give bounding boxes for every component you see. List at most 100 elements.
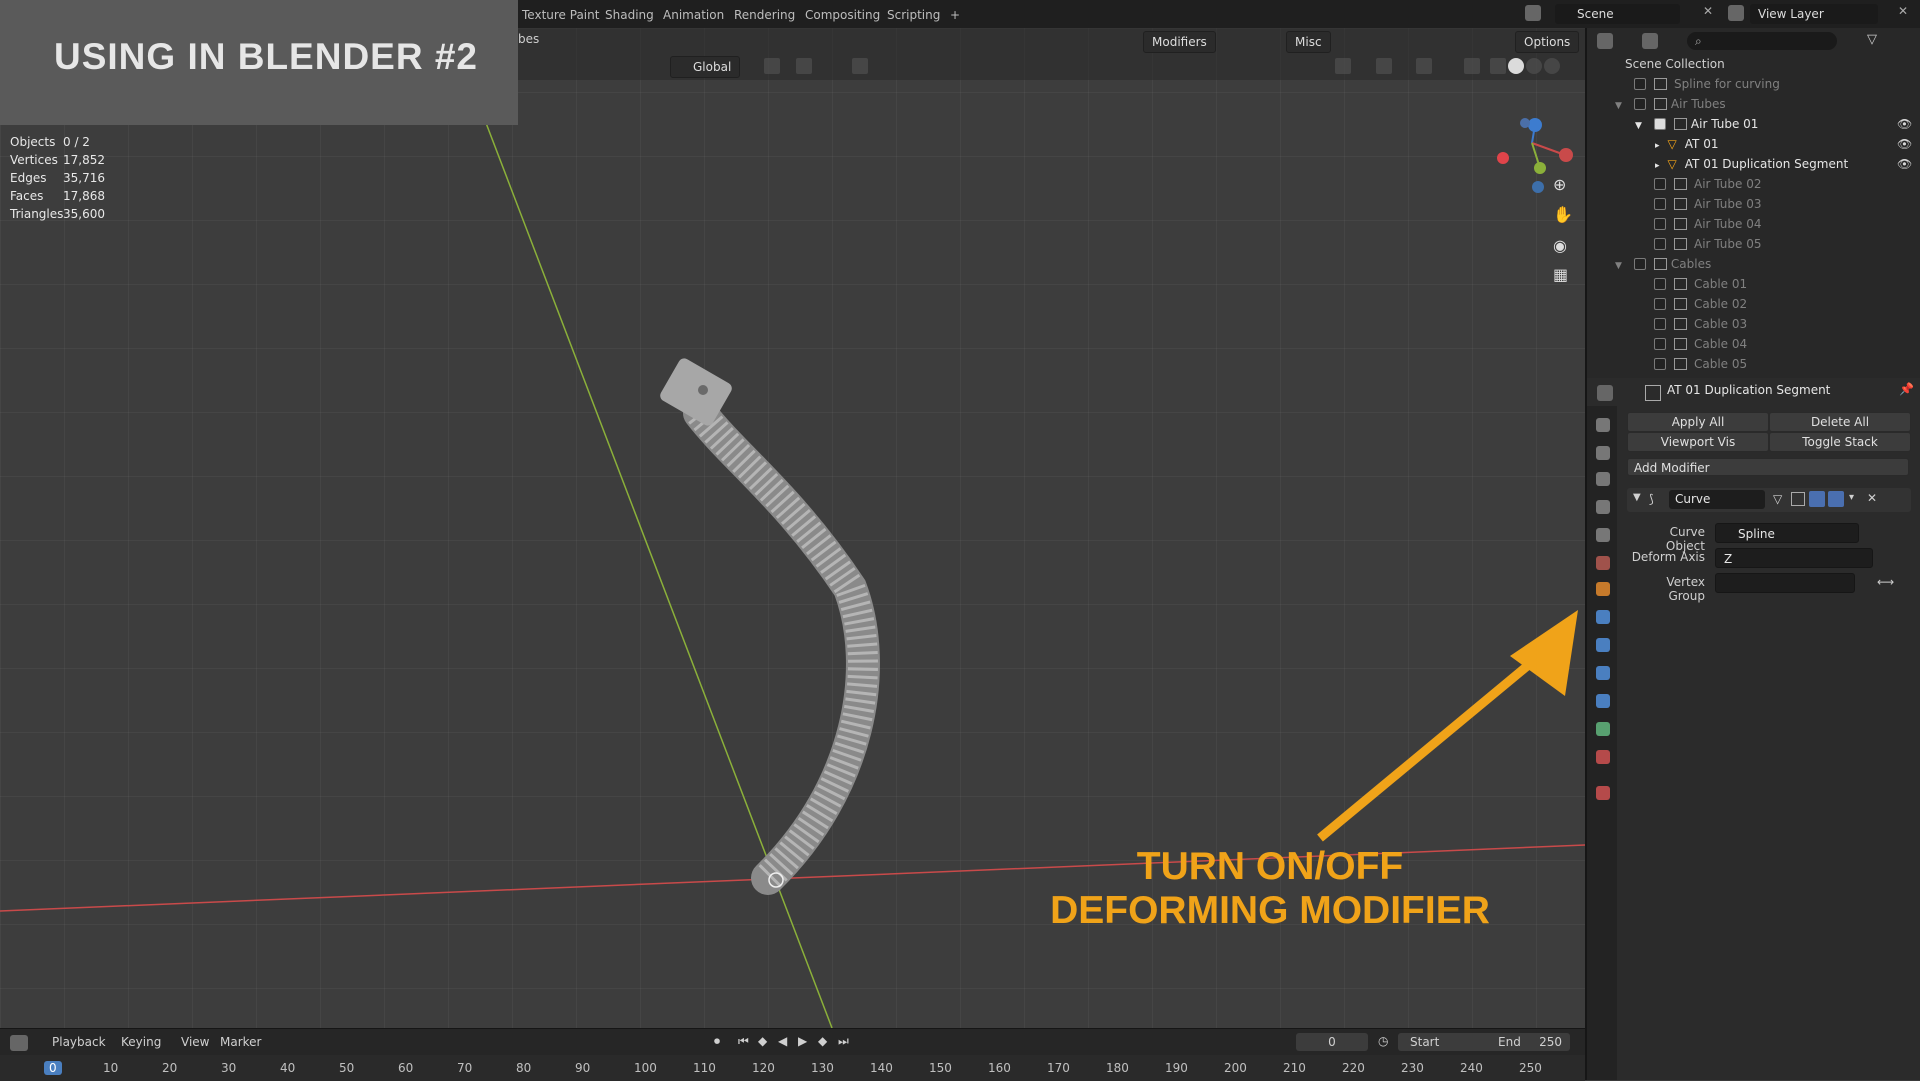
record-icon[interactable]: ⏺ [714, 1034, 720, 1049]
properties-editor-icon[interactable] [1597, 385, 1613, 401]
tool-tab-icon[interactable] [1596, 418, 1610, 432]
camera-icon[interactable]: ◉ [1553, 236, 1567, 255]
view-menu[interactable]: View [181, 1035, 209, 1049]
output-tab-icon[interactable] [1596, 472, 1610, 486]
play-reverse-icon[interactable]: ◀ [778, 1034, 787, 1048]
wireframe-shading-icon[interactable] [1490, 58, 1506, 74]
wrench-icon[interactable] [1596, 610, 1610, 624]
material-shading-icon[interactable] [1526, 58, 1542, 74]
options-menu[interactable]: Options [1515, 31, 1580, 53]
outliner-item[interactable]: Cable 01 [1654, 274, 1747, 294]
current-frame-field[interactable]: 0 [1296, 1033, 1368, 1051]
close-icon[interactable]: ✕ [1867, 491, 1877, 505]
world-tab-icon[interactable] [1596, 556, 1610, 570]
outliner-item[interactable]: Cable 05 [1654, 354, 1747, 374]
scene-tab-icon[interactable] [1596, 528, 1610, 542]
outliner-item[interactable]: ▸ ▽ AT 01 Duplication Segment [1655, 154, 1848, 174]
keying-menu[interactable]: Keying [121, 1035, 161, 1049]
zoom-icon[interactable]: ⊕ [1553, 175, 1566, 194]
outliner-item[interactable]: Cable 02 [1654, 294, 1747, 314]
invert-icon[interactable]: ⟷ [1877, 575, 1894, 589]
gizmo-toggle-icon[interactable] [1376, 58, 1392, 74]
snap-icon[interactable] [796, 58, 812, 74]
pin-icon[interactable]: 📌 [1899, 382, 1914, 396]
tab-compositing[interactable]: Compositing [795, 4, 890, 26]
jump-start-icon[interactable]: ⏮ [738, 1034, 749, 1049]
outliner-item[interactable]: ▼ Cables [1615, 254, 1711, 274]
data-tab-icon[interactable] [1596, 722, 1610, 736]
next-keyframe-icon[interactable]: ◆ [818, 1034, 827, 1048]
texture-tab-icon[interactable] [1596, 786, 1610, 800]
proportional-edit-icon[interactable] [852, 58, 868, 74]
add-modifier-menu[interactable]: Add Modifier [1627, 458, 1909, 476]
eye-icon[interactable]: 👁 [1897, 117, 1912, 131]
view-layer-tab-icon[interactable] [1596, 500, 1610, 514]
constraints-tab-icon[interactable] [1596, 694, 1610, 708]
outliner-item[interactable]: ▼ Air Tubes [1615, 94, 1726, 114]
end-frame-field[interactable]: End 250 [1488, 1033, 1570, 1051]
pivot-icon[interactable] [764, 58, 780, 74]
material-tab-icon[interactable] [1596, 750, 1610, 764]
timeline-tick: 190 [1165, 1061, 1188, 1075]
deform-axis-select[interactable]: Z [1715, 548, 1873, 568]
jump-end-icon[interactable]: ⏭ [838, 1034, 849, 1049]
clock-icon[interactable]: ◷ [1378, 1034, 1388, 1048]
outliner-item[interactable]: Air Tube 03 [1654, 194, 1762, 214]
edit-mode-toggle-icon[interactable]: ▽ [1773, 492, 1782, 506]
close-icon[interactable]: ✕ [1898, 4, 1908, 18]
eye-icon[interactable]: 👁 [1897, 137, 1912, 151]
prev-keyframe-icon[interactable]: ◆ [758, 1034, 767, 1048]
play-icon[interactable]: ▶ [798, 1034, 807, 1048]
timeline-ruler[interactable]: 0 10 20 30 40 50 60 70 80 90 100 110 120 130 140 150 160… [0, 1055, 1585, 1081]
visibility-icon[interactable] [1335, 58, 1351, 74]
marker-menu[interactable]: Marker [220, 1035, 261, 1049]
outliner-item[interactable]: ▼ Air Tube 01 [1635, 114, 1758, 134]
vertex-group-field[interactable] [1715, 573, 1855, 593]
outliner-item[interactable]: Air Tube 05 [1654, 234, 1762, 254]
outliner-item[interactable]: Cable 04 [1654, 334, 1747, 354]
scene-selector[interactable]: Scene [1555, 4, 1680, 24]
tab-animation[interactable]: Animation [653, 4, 734, 26]
eye-icon[interactable]: 👁 [1897, 157, 1912, 171]
hand-pan-icon[interactable]: ✋ [1553, 205, 1573, 224]
chevron-down-icon[interactable]: ▾ [1849, 492, 1854, 503]
timeline-editor-icon[interactable] [10, 1035, 28, 1051]
object-tab-icon[interactable] [1596, 582, 1610, 596]
apply-all-button[interactable]: Apply All [1627, 412, 1769, 432]
xray-icon[interactable] [1464, 58, 1480, 74]
view-layer-selector[interactable]: View Layer [1750, 4, 1878, 24]
toggle-stack-button[interactable]: Toggle Stack [1769, 432, 1911, 452]
render-toggle-icon[interactable] [1828, 491, 1844, 507]
outliner-item[interactable]: Air Tube 02 [1654, 174, 1762, 194]
physics-tab-icon[interactable] [1596, 666, 1610, 680]
viewport-toggle-icon[interactable] [1809, 491, 1825, 507]
modifiers-menu[interactable]: Modifiers [1143, 31, 1216, 53]
tab-rendering[interactable]: Rendering [724, 4, 805, 26]
render-tab-icon[interactable] [1596, 446, 1610, 460]
stat-label: Vertices [10, 153, 58, 167]
rendered-shading-icon[interactable] [1544, 58, 1560, 74]
solid-shading-icon[interactable] [1508, 58, 1524, 74]
annotation-line-2: DEFORMING MODIFIER [1050, 889, 1490, 932]
outliner-item[interactable]: ▸ ▽ AT 01 [1655, 134, 1718, 154]
timeline: Playback Keying View Marker ⏺ ⏮ ◆ ◀ ▶ ◆ … [0, 1028, 1585, 1081]
transform-orientation-select[interactable]: Global [670, 56, 741, 78]
add-workspace-button[interactable]: + [940, 4, 970, 26]
delete-all-button[interactable]: Delete All [1769, 412, 1911, 432]
modifier-name-input[interactable]: Curve [1669, 490, 1765, 509]
close-icon[interactable]: ✕ [1703, 4, 1713, 18]
misc-menu[interactable]: Misc [1286, 31, 1331, 53]
curve-object-field[interactable]: Spline [1715, 523, 1859, 543]
grid-icon[interactable]: ▦ [1553, 265, 1568, 284]
on-cage-icon[interactable] [1791, 492, 1805, 506]
header-partial-label[interactable]: bes [518, 32, 539, 46]
outliner-item[interactable]: Air Tube 04 [1654, 214, 1762, 234]
outliner-item[interactable]: Cable 03 [1654, 314, 1747, 334]
chevron-down-icon[interactable]: ▼ [1633, 492, 1641, 503]
viewport-vis-button[interactable]: Viewport Vis [1627, 432, 1769, 452]
overlay-icon[interactable] [1416, 58, 1432, 74]
playback-menu[interactable]: Playback [52, 1035, 106, 1049]
particles-tab-icon[interactable] [1596, 638, 1610, 652]
timeline-tick: 230 [1401, 1061, 1424, 1075]
outliner-item[interactable]: Spline for curving [1634, 74, 1780, 94]
